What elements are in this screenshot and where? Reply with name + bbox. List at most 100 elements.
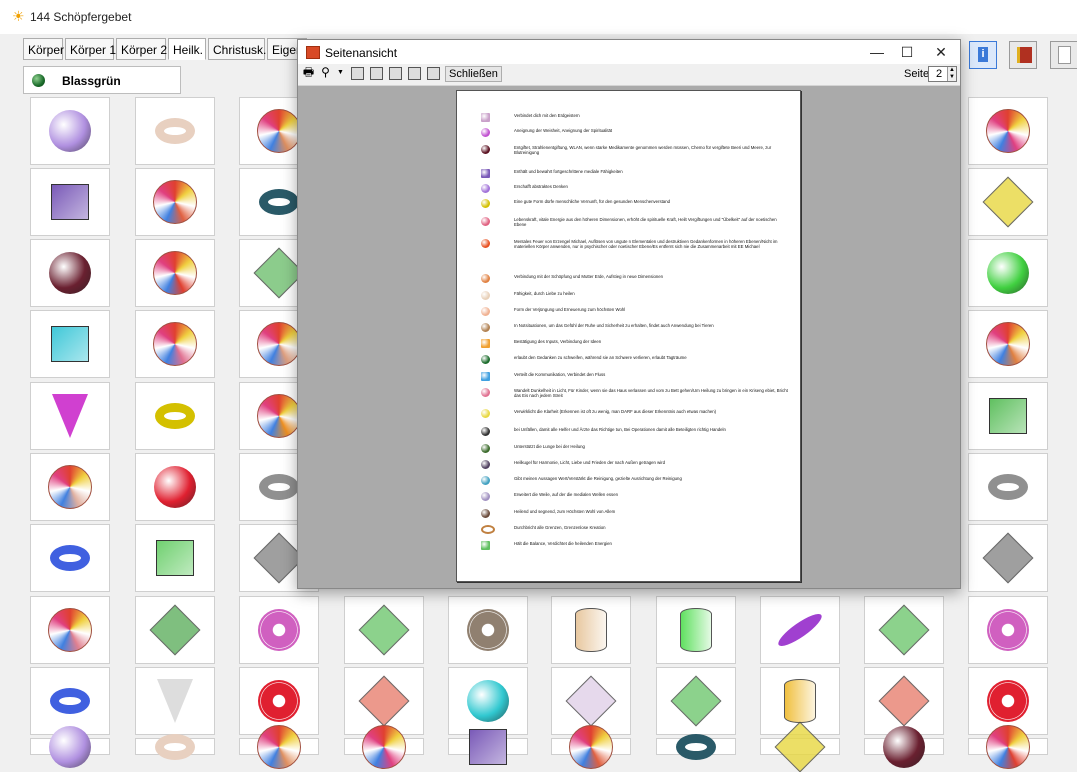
sun-icon: ☀ — [12, 8, 25, 24]
maximize-button[interactable]: ☐ — [894, 43, 920, 61]
grid-item-pink-beachball[interactable] — [135, 310, 215, 378]
preview-row-text: Entgiftet, Strahlenentgiftung, WLAN, wen… — [514, 145, 772, 155]
purple-cube-icon — [481, 169, 490, 178]
grid-item-purple-feather[interactable] — [760, 596, 840, 664]
close-preview-button[interactable]: Schließen — [445, 66, 502, 82]
preview-row-text: Eine gute Form dürfe menschliche Vernunf… — [514, 199, 670, 204]
beachball-pink-icon — [986, 109, 1030, 153]
grid-item-beige-torus-ball[interactable] — [135, 97, 215, 165]
grid-item-rainbow-ball[interactable] — [135, 168, 215, 236]
orange-cylinder-icon — [481, 339, 490, 348]
three-pages-icon[interactable] — [389, 67, 402, 80]
window-titlebar: ☀ 144 Schöpfergebet — [0, 0, 1077, 34]
preview-row-text: erlaubt den Gedanken zu schweifen, währe… — [514, 355, 687, 360]
grid-item-white-cone[interactable] — [135, 667, 215, 735]
grid-item-pink-medallion-2[interactable] — [968, 596, 1048, 664]
green-cylinder-icon — [680, 608, 712, 652]
grid-item-rainbow-beachball[interactable] — [968, 310, 1048, 378]
tab-4[interactable]: Christusk. — [208, 38, 266, 60]
grid-item-beachball[interactable] — [239, 724, 319, 769]
tab-1[interactable]: Körper 1 — [65, 38, 116, 60]
grid-item-grey-torus-2[interactable] — [968, 453, 1048, 521]
grid-item-dark-red-sphere[interactable] — [30, 239, 110, 307]
print-icon[interactable]: 🖶 — [302, 66, 315, 80]
six-pages-icon[interactable] — [427, 67, 440, 80]
grid-item-green-cube[interactable] — [968, 382, 1048, 450]
beige-beachball-icon — [48, 465, 92, 509]
grid-item-violet-sphere[interactable] — [30, 725, 110, 768]
yellow-octahedron-icon — [982, 176, 1034, 228]
zoom-icon[interactable]: ⚲ — [319, 66, 332, 80]
grid-item-dark-red-sphere[interactable] — [864, 725, 944, 768]
grid-item-red-beachball[interactable] — [135, 239, 215, 307]
close-window-button[interactable]: ✕ — [928, 43, 954, 61]
page-spinner-arrows-icon[interactable]: ▲ ▼ — [947, 67, 956, 81]
grid-item-pink-medallion[interactable] — [239, 596, 319, 664]
grid-item-yellow-octahedron[interactable] — [968, 168, 1048, 236]
grid-item-rainbow-ball[interactable] — [551, 724, 631, 769]
page-number-value: 2 — [936, 68, 943, 80]
preview-row-text: Unterstützt die Lunge bei der Heilung — [514, 444, 585, 449]
grid-item-beige-beachball[interactable] — [30, 453, 110, 521]
minimize-button[interactable]: — — [864, 43, 890, 61]
grid-item-beachball-pink[interactable] — [344, 724, 424, 769]
preview-row-text: Enthält und bewahrt fortgeschrittene med… — [514, 169, 623, 174]
page-number-input[interactable]: 2 ▲ ▼ — [928, 66, 957, 82]
grid-item-mandala-disc[interactable] — [448, 596, 528, 664]
preview-row-text: In Notsituationen, um das Gefühl der Ruh… — [514, 323, 714, 328]
chevron-down-icon[interactable]: ▼ — [334, 67, 347, 80]
tab-3[interactable]: Heilk. — [168, 38, 206, 60]
grid-item-rainbow-torus[interactable] — [30, 524, 110, 592]
grid-item-green-octahedron[interactable] — [344, 596, 424, 664]
one-page-icon[interactable] — [351, 67, 364, 80]
preview-row-text: Verwirklicht die Klarheit (Erkennen ist … — [514, 409, 717, 414]
pink-ball-icon — [481, 388, 490, 397]
purple-cone-icon — [481, 128, 490, 137]
grid-item-cyan-cube[interactable] — [30, 310, 110, 378]
grid-item-pink-beachball-2[interactable] — [30, 596, 110, 664]
book-button[interactable] — [1009, 41, 1037, 69]
grid-item-cyan-sphere[interactable] — [448, 667, 528, 735]
new-document-button[interactable] — [1050, 41, 1077, 69]
selected-item[interactable]: Blassgrün — [23, 66, 181, 94]
grid-item-pink-cone[interactable] — [30, 382, 110, 450]
grid-item-red-beachball[interactable] — [968, 724, 1048, 769]
grid-item-grey-octahedron-2[interactable] — [968, 524, 1048, 592]
grid-item-green-cube-2[interactable] — [135, 524, 215, 592]
preview-row-text: Erschafft abstraktes Denken — [514, 184, 568, 189]
grid-item-green-sphere[interactable] — [968, 239, 1048, 307]
green-octahedron-icon — [358, 604, 410, 656]
beige-cylinder-icon — [575, 608, 607, 652]
grid-item-purple-cube[interactable] — [30, 168, 110, 236]
grid-item-red-sphere[interactable] — [135, 453, 215, 521]
preview-row-text: Erweitert die Weile, auf der die mediale… — [514, 492, 618, 497]
white-icosahedron-icon — [565, 675, 617, 727]
tab-2[interactable]: Körper 2 — [116, 38, 167, 60]
green-octahedron-2-icon — [878, 604, 930, 656]
grid-item-green-octahedron-2[interactable] — [864, 596, 944, 664]
two-pages-icon[interactable] — [370, 67, 383, 80]
cyan-cube-icon — [51, 326, 89, 362]
teal-arrow-icon — [481, 476, 490, 485]
grid-item-yellow-torus[interactable] — [135, 382, 215, 450]
green-cube-icon — [481, 541, 490, 550]
peach-beachball-icon — [257, 322, 301, 366]
grid-item-green-cylinder[interactable] — [656, 596, 736, 664]
grid-item-yellow-octahedron[interactable] — [760, 721, 840, 772]
grid-item-violet-sphere[interactable] — [30, 97, 110, 165]
purple-cube-icon — [51, 184, 89, 220]
grid-item-beige-torus-ball[interactable] — [135, 733, 215, 760]
info-button[interactable]: i — [969, 41, 997, 69]
teal-torus-icon — [259, 189, 299, 215]
tab-0[interactable]: Körper — [23, 38, 64, 60]
grid-item-green-octahedron-3[interactable] — [656, 667, 736, 735]
preview-canvas[interactable]: Verbindet dich mit den Erdgeistern Aneign… — [298, 86, 960, 588]
brown-ball-icon — [481, 323, 490, 332]
four-pages-icon[interactable] — [408, 67, 421, 80]
grid-item-beachball-pink[interactable] — [968, 97, 1048, 165]
grid-item-teal-torus[interactable] — [656, 733, 736, 760]
grid-item-beige-cylinder[interactable] — [551, 596, 631, 664]
grid-item-purple-cube[interactable] — [448, 728, 528, 765]
rainbow-ball-icon — [481, 274, 490, 283]
grid-item-green-icosahedron-2[interactable] — [135, 596, 215, 664]
